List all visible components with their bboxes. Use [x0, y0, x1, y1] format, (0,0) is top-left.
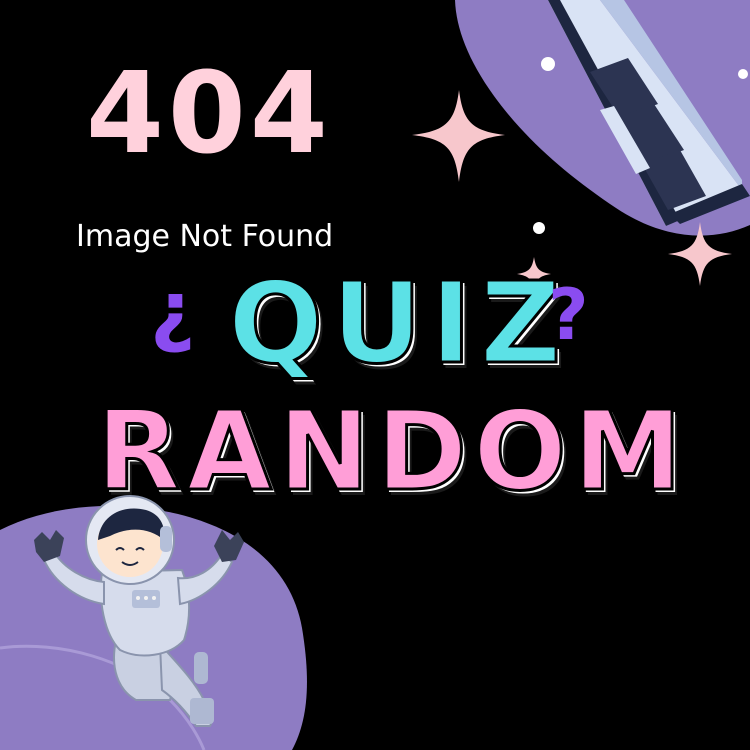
question-mark-close: ? [548, 274, 589, 356]
poster: 404 Image Not Found ¿ QUIZ ? RANDOM [0, 0, 750, 750]
error-message: Image Not Found [76, 219, 334, 254]
title-random: RANDOM [94, 387, 689, 515]
title-quiz: QUIZ [226, 259, 570, 389]
question-mark-open: ¿ [150, 266, 196, 356]
star-dot [533, 222, 545, 234]
error-code: 404 [86, 49, 332, 179]
